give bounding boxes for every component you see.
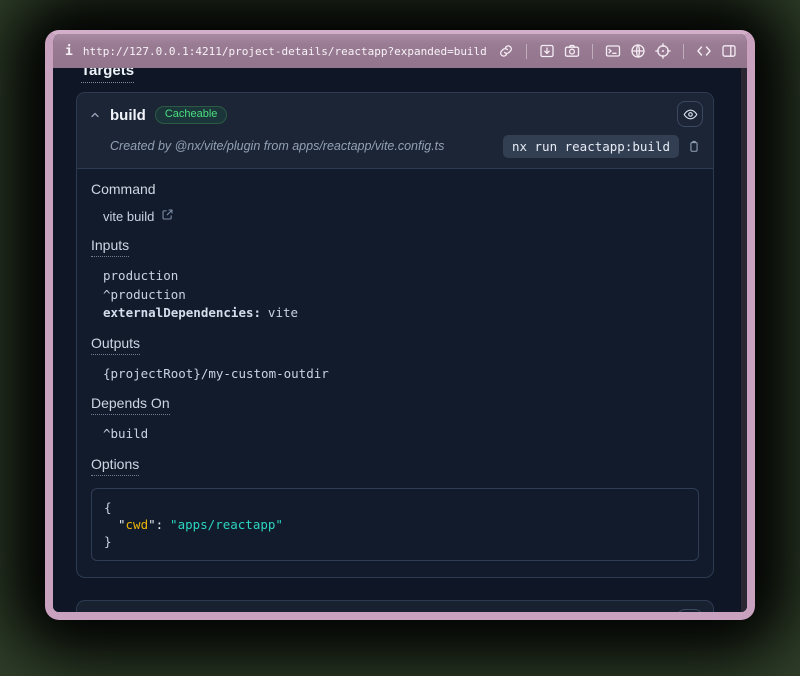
command-value: vite build <box>103 209 154 224</box>
eye-button[interactable] <box>677 101 703 127</box>
input-external-value: vite <box>268 305 298 320</box>
camera-icon[interactable] <box>564 43 580 59</box>
browser-window: i http://127.0.0.1:4211/project-details/… <box>45 30 755 620</box>
json-close-brace: } <box>104 533 686 550</box>
page-title: Targets <box>81 68 134 83</box>
run-command-chip[interactable]: nx run reactapp:build <box>503 135 679 158</box>
copy-icon[interactable] <box>687 139 701 154</box>
chevron-up-icon[interactable] <box>89 109 101 121</box>
toolbar-divider <box>592 44 593 59</box>
build-card-header[interactable]: build Cacheable Created by @nx/vite/plug… <box>77 93 713 169</box>
json-key-cwd: cwd <box>126 517 149 532</box>
input-item: production <box>103 267 699 286</box>
target-card-serve[interactable]: serve vite serve <box>76 600 714 613</box>
command-heading: Command <box>91 181 156 197</box>
code-icon[interactable] <box>696 43 712 59</box>
toolbar-divider <box>683 44 684 59</box>
options-heading[interactable]: Options <box>91 456 139 476</box>
crosshair-icon[interactable] <box>655 43 671 59</box>
cacheable-badge: Cacheable <box>155 106 228 124</box>
link-icon[interactable] <box>498 43 514 59</box>
browser-toolbar: i http://127.0.0.1:4211/project-details/… <box>53 34 747 68</box>
options-json-block: { "cwd":"apps/reactapp" } <box>91 488 699 561</box>
terminal-icon[interactable] <box>605 43 621 59</box>
external-link-icon[interactable] <box>161 208 174 224</box>
desktop-background: i http://127.0.0.1:4211/project-details/… <box>0 0 800 676</box>
page-content: Targets build Cacheable <box>53 68 747 612</box>
input-item: externalDependencies: vite <box>103 304 699 323</box>
depends-on-item: ^build <box>103 425 699 444</box>
download-icon[interactable] <box>539 43 555 59</box>
input-external-key: externalDependencies: <box>103 305 261 320</box>
globe-icon[interactable] <box>630 43 646 59</box>
toolbar-divider <box>526 44 527 59</box>
depends-on-heading[interactable]: Depends On <box>91 395 170 415</box>
json-value-cwd: "apps/reactapp" <box>170 517 283 532</box>
build-card-body: Command vite build Inputs production <box>77 181 713 577</box>
output-item: {projectRoot}/my-custom-outdir <box>103 365 699 384</box>
input-item: ^production <box>103 286 699 305</box>
eye-button[interactable] <box>677 609 703 613</box>
info-icon: i <box>65 44 73 59</box>
target-name: build <box>110 107 146 124</box>
url-text[interactable]: http://127.0.0.1:4211/project-details/re… <box>83 45 487 58</box>
json-open-brace: { <box>104 499 686 516</box>
inputs-list: production ^production externalDependenc… <box>91 267 699 323</box>
json-cwd-line: "cwd":"apps/reactapp" <box>104 516 686 533</box>
outputs-heading[interactable]: Outputs <box>91 335 140 355</box>
inputs-heading[interactable]: Inputs <box>91 237 129 257</box>
split-panel-icon[interactable] <box>721 43 737 59</box>
toolbar-actions <box>498 43 737 59</box>
scrollbar-track[interactable] <box>741 68 747 612</box>
created-by-note: Created by @nx/vite/plugin from apps/rea… <box>110 139 503 153</box>
target-card-build: build Cacheable Created by @nx/vite/plug… <box>76 92 714 578</box>
